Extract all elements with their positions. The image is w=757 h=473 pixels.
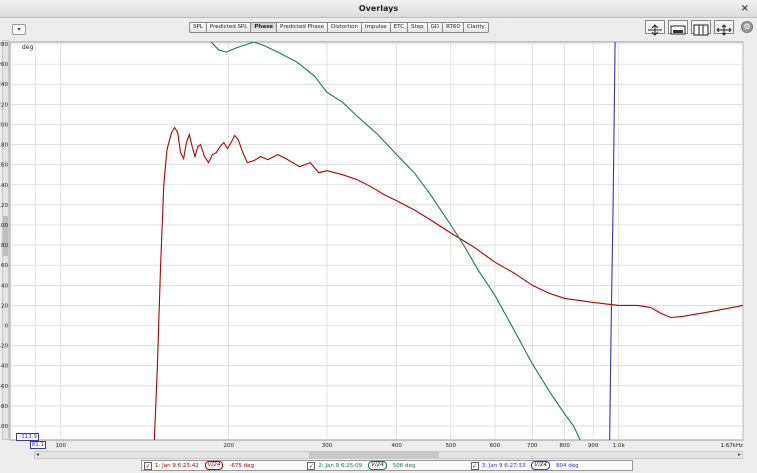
phase-plot[interactable]: 280260240220200180160140120100806040200-… [0,38,757,458]
overlays-window: Overlays × ▾ SPL Predicted SPL Phase Predic… [0,0,757,473]
horizontal-scrollbar[interactable]: ◂ ▸ [34,451,743,459]
x-tick-label: 800 [559,443,570,449]
legend-checkbox[interactable]: ✓ [144,461,152,470]
tab-distortion[interactable]: Distortion [328,22,362,33]
tab-etc[interactable]: ETC [390,22,409,33]
x-tick-label: 1.67kHz [721,443,744,449]
gear-icon[interactable]: ⚙ [741,21,753,33]
scroll-right-icon[interactable]: ▸ [738,451,741,458]
y-unit-label: deg [22,44,34,51]
tab-predicted-spl[interactable]: Predicted SPL [206,22,252,33]
tab-impulse[interactable]: Impulse [361,22,391,33]
y-tick-label: 260 [0,62,8,68]
window-title: Overlays [358,4,399,13]
y-tick-label: 180 [0,143,8,149]
x-tick-label: 500 [446,443,457,449]
y-tick-label: 160 [0,163,8,169]
scroll-left-icon[interactable]: ◂ [36,451,39,458]
tab-clarity[interactable]: Clarity [463,22,489,33]
y-tick-label: 120 [0,203,8,209]
close-icon[interactable]: × [741,0,749,18]
tab-rt60[interactable]: RT60 [443,22,464,33]
y-tick-label: -80 [0,404,8,410]
toolbar: ▾ SPL Predicted SPL Phase Predicted Phase Di… [0,18,757,39]
legend-value: -675 deg [229,462,255,469]
legend-checkbox[interactable]: ✓ [307,461,316,470]
controls-icon[interactable] [668,20,688,35]
y-tick-label: 40 [1,283,8,289]
y-tick-label: 140 [0,183,8,189]
x-tick-label: 300 [322,443,333,449]
legend-item-3[interactable]: ✓ 3: Jan 9 6:27:33 V/24 804 deg [469,461,628,470]
tab-gd[interactable]: GD [427,22,444,33]
x-tick-label: 100 [56,443,67,449]
y-tick-label: 60 [1,263,8,269]
legend-item-1[interactable]: ✓ 1: Jan 9 6:23:42 V/24 -675 deg [142,461,301,470]
y-tick-label: 220 [0,102,8,108]
x-tick-label: 900 [588,443,599,449]
x-tick-label: 1.0k [613,443,626,449]
grid-icon[interactable] [691,20,711,36]
title-bar: Overlays × [0,0,757,18]
legend-value: 804 deg [556,462,579,469]
legend-label: 2: Jan 9 6:25:09 [318,462,363,469]
x-tick-label: 600 [490,443,501,449]
tab-predicted-phase[interactable]: Predicted Phase [277,22,328,33]
smoothing-badge[interactable]: V/24 [204,461,224,470]
y-tick-label: 80 [1,243,8,249]
move-icon[interactable] [714,20,734,36]
legend-label: 1: Jan 9 6:23:42 [155,462,199,469]
x-tick-label: 700 [527,443,538,449]
smoothing-badge[interactable]: V/24 [368,461,387,470]
tab-phase[interactable]: Phase [251,22,277,33]
y-tick-label: -60 [0,384,8,390]
y-tick-label: 0 [5,323,9,329]
y-tick-label: -100 [0,424,8,430]
legend-value: 506 deg [392,462,416,469]
x-tick-label: 200 [223,443,234,449]
y-tick-label: -40 [0,364,8,370]
overlay-legend: ✓ 1: Jan 9 6:23:42 V/24 -675 deg ✓ 2: Jan 9 6… [141,460,633,471]
y-tick-label: -20 [0,344,8,350]
collapse-toolbar-button[interactable]: ▾ [12,24,26,35]
legend-label: 3: Jan 9 6:27:33 [481,462,526,469]
vertical-arrows-icon[interactable] [645,20,665,36]
y-tick-label: 100 [0,223,8,229]
x-min-input[interactable]: 81.1 [30,441,46,449]
y-tick-label: 240 [0,82,8,88]
plot-area[interactable] [9,41,744,441]
tab-spl[interactable]: SPL [189,22,207,33]
legend-checkbox[interactable]: ✓ [470,461,479,470]
graph-tabs: SPL Predicted SPL Phase Predicted Phase Dist… [189,22,489,33]
y-tick-label: 200 [0,122,8,128]
y-tick-label: 20 [1,303,8,309]
smoothing-badge[interactable]: V/24 [531,461,551,470]
tab-step[interactable]: Step [408,22,428,33]
y-tick-label: 280 [0,42,8,48]
horizontal-scroll-thumb[interactable] [309,452,439,458]
x-tick-label: 400 [391,443,402,449]
y-min-input[interactable]: -113.9 [16,433,39,441]
legend-item-2[interactable]: ✓ 2: Jan 9 6:25:09 V/24 506 deg [305,461,464,470]
